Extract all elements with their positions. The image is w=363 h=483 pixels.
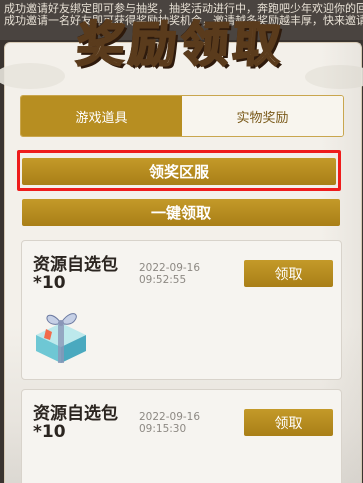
reward-timestamp: 2022-09-16 09:15:30 — [139, 411, 200, 435]
gift-box-icon — [32, 303, 90, 365]
reward-name-line-1: 资源自选包 — [33, 255, 118, 275]
reward-date: 2022-09-16 — [139, 262, 201, 274]
reward-time: 09:15:30 — [139, 423, 187, 435]
reward-card: 资源自选包 *10 2022-09-16 09:52:55 领取 — [21, 240, 342, 380]
reward-name: 资源自选包 *10 — [33, 405, 118, 441]
highlight-box — [17, 150, 341, 191]
reward-time: 09:52:55 — [139, 274, 187, 286]
reward-name: 资源自选包 *10 — [33, 256, 118, 292]
reward-timestamp: 2022-09-16 09:52:55 — [139, 262, 200, 286]
reward-name-line-1: 资源自选包 — [33, 404, 118, 424]
title-banner: 奖励领取 — [0, 0, 363, 80]
page-title: 奖励领取 — [74, 16, 288, 74]
tab-game-items[interactable]: 游戏道具 — [21, 96, 182, 136]
reward-name-line-2: *10 — [33, 273, 66, 293]
reward-card: 资源自选包 *10 2022-09-16 09:15:30 领取 — [21, 389, 342, 483]
tab-bar: 游戏道具 实物奖励 — [20, 95, 344, 137]
tab-physical-rewards[interactable]: 实物奖励 — [182, 96, 343, 136]
reward-name-line-2: *10 — [33, 422, 66, 442]
reward-date: 2022-09-16 — [139, 411, 201, 423]
claim-button[interactable]: 领取 — [244, 409, 333, 436]
claim-button[interactable]: 领取 — [244, 260, 333, 287]
one-click-claim-button[interactable]: 一键领取 — [22, 199, 340, 226]
